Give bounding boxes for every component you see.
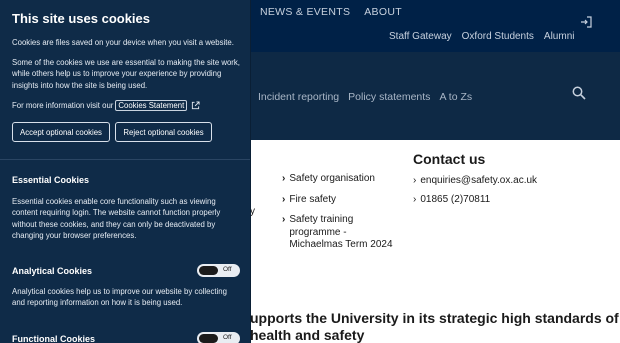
cookie-more-info: For more information visit our Cookies S… <box>12 100 200 111</box>
chevron-right-icon: › <box>282 214 286 225</box>
toggle-state: Off <box>223 266 232 273</box>
phone-label: 01865 (2)70811 <box>420 194 491 205</box>
link-label: Fire safety <box>289 193 337 205</box>
reject-cookies-button[interactable]: Reject optional cookies <box>115 122 212 142</box>
functional-cookies-toggle[interactable]: Off <box>197 332 240 343</box>
nav-a-to-zs[interactable]: A to Zs <box>439 91 472 103</box>
link-label: Safety training programme - Michaelmas T… <box>289 214 393 250</box>
mission-statement: upports the University in its strategic … <box>250 310 619 343</box>
nav-oxford-students[interactable]: Oxford Students <box>462 31 534 42</box>
external-link-icon <box>192 101 200 110</box>
cookie-essential-note: Some of the cookies we use are essential… <box>12 58 240 90</box>
analytical-cookies-desc: Analytical cookies help us to improve ou… <box>12 287 227 308</box>
link-fire-safety[interactable]: › Fire safety <box>282 194 402 207</box>
cookies-statement-link[interactable]: Cookies Statement <box>115 100 188 111</box>
nav-alumni[interactable]: Alumni <box>544 31 575 42</box>
contact-section: Contact us › enquiries@safety.ox.ac.uk ›… <box>413 151 613 213</box>
cookie-panel-title: This site uses cookies <box>12 11 151 26</box>
link-label: Safety organisation <box>289 173 375 184</box>
toggle-knob <box>199 334 218 343</box>
chevron-right-icon: › <box>413 194 417 205</box>
link-safety-training[interactable]: › Safety training programme - Michaelmas… <box>282 214 402 252</box>
email-label: enquiries@safety.ox.ac.uk <box>420 175 538 186</box>
chevron-right-icon: › <box>413 175 417 186</box>
cookie-intro: Cookies are files saved on your device w… <box>12 38 234 47</box>
top-nav: NEWS & EVENTS ABOUT <box>260 6 402 18</box>
more-info-text: For more information visit our <box>12 101 114 110</box>
nav-about[interactable]: ABOUT <box>364 6 402 18</box>
nav-incident-reporting[interactable]: Incident reporting <box>258 91 339 103</box>
main-nav: Incident reporting Policy statements A t… <box>258 91 472 103</box>
essential-cookies-desc: Essential cookies enable core functional… <box>12 197 221 241</box>
login-icon[interactable] <box>580 16 592 28</box>
analytical-cookies-toggle[interactable]: Off <box>197 264 240 277</box>
contact-title: Contact us <box>413 151 486 167</box>
analytical-cookies-title: Analytical Cookies <box>12 266 93 276</box>
link-safety-organisation[interactable]: › Safety organisation <box>282 173 402 186</box>
quick-links: › Safety organisation › Fire safety › Sa… <box>282 173 402 260</box>
chevron-right-icon: › <box>282 173 286 184</box>
functional-cookies-title: Functional Cookies <box>12 334 96 343</box>
divider <box>0 159 250 160</box>
toggle-knob <box>199 266 218 275</box>
nav-news-events[interactable]: NEWS & EVENTS <box>260 6 350 18</box>
cookie-panel: This site uses cookies Cookies are files… <box>0 0 251 343</box>
contact-email[interactable]: › enquiries@safety.ox.ac.uk <box>413 175 613 186</box>
nav-staff-gateway[interactable]: Staff Gateway <box>389 31 452 42</box>
essential-cookies-title: Essential Cookies <box>12 175 90 185</box>
nav-policy-statements[interactable]: Policy statements <box>348 91 430 103</box>
accept-cookies-button[interactable]: Accept optional cookies <box>12 122 110 142</box>
search-icon[interactable] <box>572 86 586 100</box>
chevron-right-icon: › <box>282 193 286 205</box>
toggle-state: Off <box>223 334 232 341</box>
secondary-nav: Staff Gateway Oxford Students Alumni <box>389 31 574 42</box>
contact-phone[interactable]: › 01865 (2)70811 <box>413 194 613 205</box>
